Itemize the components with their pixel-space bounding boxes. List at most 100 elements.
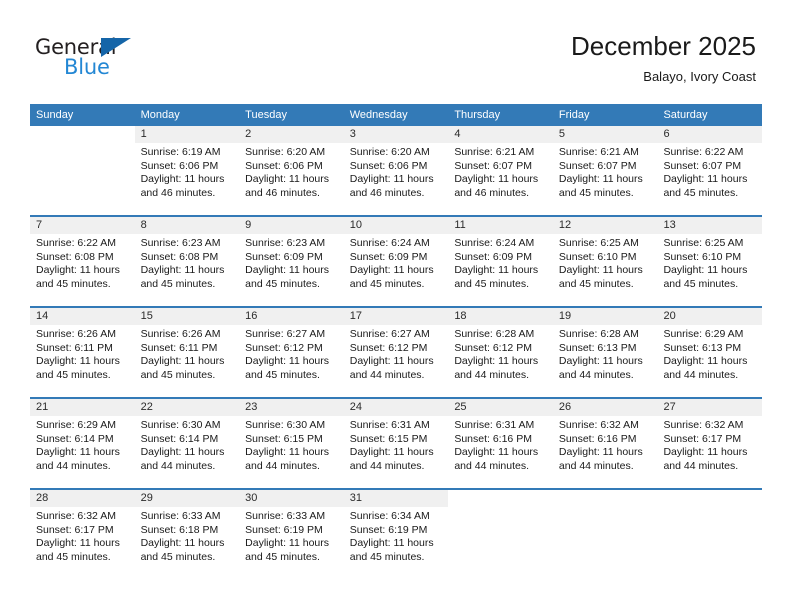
daylight-text-line2: and 45 minutes.	[140, 550, 216, 563]
daylight-text-line2: and 44 minutes.	[454, 368, 530, 381]
day-number: 12	[552, 217, 658, 234]
sunset-text: Sunset: 6:08 PM	[36, 250, 114, 263]
day-number: 27	[657, 399, 763, 416]
day-cell[interactable]: 24 Sunrise: 6:31 AM Sunset: 6:15 PM Dayligh…	[343, 399, 449, 488]
day-cell[interactable]: 18 Sunrise: 6:28 AM Sunset: 6:12 PM Dayligh…	[448, 308, 553, 397]
daylight-text-line2: and 45 minutes.	[245, 550, 320, 563]
daylight-text-line2: and 45 minutes.	[36, 277, 111, 290]
day-cell[interactable]: 3 Sunrise: 6:20 AM Sunset: 6:06 PM Daylight…	[343, 126, 449, 215]
sunset-text: Sunset: 6:16 PM	[454, 432, 532, 445]
day-cell[interactable]: 22 Sunrise: 6:30 AM Sunset: 6:14 PM Dayligh…	[134, 399, 240, 488]
day-cell[interactable]: 30 Sunrise: 6:33 AM Sunset: 6:19 PM Dayligh…	[239, 490, 344, 579]
day-cell[interactable]: 27 Sunrise: 6:32 AM Sunset: 6:17 PM Dayligh…	[657, 399, 763, 488]
general-blue-logo[interactable]: General Blue	[35, 36, 215, 88]
day-cell[interactable]: 23 Sunrise: 6:30 AM Sunset: 6:15 PM Dayligh…	[239, 399, 344, 488]
day-details: Sunrise: 6:28 AM Sunset: 6:13 PM Daylight:…	[553, 325, 658, 397]
day-cell-empty	[657, 490, 763, 579]
day-number: 18	[448, 308, 553, 325]
day-number	[657, 490, 763, 507]
day-cell[interactable]: 26 Sunrise: 6:32 AM Sunset: 6:16 PM Dayligh…	[552, 399, 658, 488]
day-number: 4	[448, 126, 553, 143]
sunset-text: Sunset: 6:06 PM	[245, 159, 323, 172]
sunrise-text: Sunrise: 6:27 AM	[349, 328, 430, 340]
day-cell[interactable]: 12 Sunrise: 6:25 AM Sunset: 6:10 PM Dayligh…	[552, 217, 658, 306]
day-cell[interactable]: 16 Sunrise: 6:27 AM Sunset: 6:12 PM Dayligh…	[239, 308, 344, 397]
day-cell[interactable]: 11 Sunrise: 6:24 AM Sunset: 6:09 PM Dayligh…	[448, 217, 553, 306]
day-details: Sunrise: 6:22 AM Sunset: 6:07 PM Daylight:…	[657, 143, 762, 215]
daylight-text-line1: Daylight: 11 hours	[245, 355, 330, 368]
sunrise-text: Sunrise: 6:29 AM	[36, 419, 116, 431]
day-number: 7	[30, 217, 135, 234]
day-cell[interactable]: 9 Sunrise: 6:23 AM Sunset: 6:09 PM Daylight…	[239, 217, 344, 306]
day-cell[interactable]: 13 Sunrise: 6:25 AM Sunset: 6:10 PM Dayligh…	[657, 217, 763, 306]
day-cell[interactable]: 14 Sunrise: 6:26 AM Sunset: 6:11 PM Dayligh…	[30, 308, 135, 397]
day-cell[interactable]: 2 Sunrise: 6:20 AM Sunset: 6:06 PM Daylight…	[239, 126, 344, 215]
day-details: Sunrise: 6:33 AM Sunset: 6:19 PM Daylight:…	[239, 507, 344, 579]
daylight-text-line2: and 44 minutes.	[558, 368, 634, 381]
day-number: 23	[239, 399, 344, 416]
sunrise-text: Sunrise: 6:28 AM	[454, 328, 535, 340]
daylight-text-line1: Daylight: 11 hours	[245, 537, 330, 550]
daylight-text-line2: and 44 minutes.	[663, 368, 739, 381]
daylight-text-line2: and 44 minutes.	[454, 459, 530, 472]
daylight-text-line2: and 44 minutes.	[140, 459, 216, 472]
daylight-text-line1: Daylight: 11 hours	[454, 173, 539, 186]
day-cell[interactable]: 5 Sunrise: 6:21 AM Sunset: 6:07 PM Daylight…	[552, 126, 658, 215]
day-cell[interactable]: 20 Sunrise: 6:29 AM Sunset: 6:13 PM Dayligh…	[657, 308, 763, 397]
daylight-text-line1: Daylight: 11 hours	[140, 446, 225, 459]
sunrise-text: Sunrise: 6:26 AM	[140, 328, 221, 340]
day-details: Sunrise: 6:27 AM Sunset: 6:12 PM Daylight:…	[239, 325, 344, 397]
day-details: Sunrise: 6:23 AM Sunset: 6:08 PM Daylight:…	[135, 234, 240, 306]
day-cell[interactable]: 17 Sunrise: 6:27 AM Sunset: 6:12 PM Dayligh…	[343, 308, 449, 397]
daylight-text-line2: and 45 minutes.	[245, 368, 320, 381]
daylight-text-line2: and 44 minutes.	[663, 459, 739, 472]
daylight-text-line2: and 45 minutes.	[558, 186, 634, 199]
sunrise-text: Sunrise: 6:30 AM	[245, 419, 326, 431]
day-cell[interactable]: 15 Sunrise: 6:26 AM Sunset: 6:11 PM Dayligh…	[134, 308, 240, 397]
day-cell[interactable]: 8 Sunrise: 6:23 AM Sunset: 6:08 PM Daylight…	[134, 217, 240, 306]
calendar-week-row: 21 Sunrise: 6:29 AM Sunset: 6:14 PM Dayligh…	[30, 397, 763, 488]
day-number: 8	[134, 217, 240, 234]
daylight-text-line2: and 45 minutes.	[140, 277, 216, 290]
day-number	[552, 490, 658, 507]
day-cell[interactable]: 31 Sunrise: 6:34 AM Sunset: 6:19 PM Dayligh…	[343, 490, 449, 579]
daylight-text-line1: Daylight: 11 hours	[558, 264, 643, 277]
sunset-text: Sunset: 6:16 PM	[558, 432, 637, 445]
weekday-header-monday: Monday	[140, 109, 180, 121]
day-cell[interactable]: 6 Sunrise: 6:22 AM Sunset: 6:07 PM Daylight…	[657, 126, 763, 215]
daylight-text-line1: Daylight: 11 hours	[349, 446, 434, 459]
day-cell[interactable]: 4 Sunrise: 6:21 AM Sunset: 6:07 PM Daylight…	[448, 126, 553, 215]
daylight-text-line2: and 45 minutes.	[349, 277, 425, 290]
sunrise-text: Sunrise: 6:25 AM	[663, 237, 744, 249]
day-cell[interactable]: 10 Sunrise: 6:24 AM Sunset: 6:09 PM Dayligh…	[343, 217, 449, 306]
day-details	[553, 507, 658, 579]
sunrise-text: Sunrise: 6:24 AM	[349, 237, 430, 249]
title-block: December 2025 Balayo, Ivory Coast	[571, 30, 756, 85]
day-number: 1	[134, 126, 240, 143]
daylight-text-line1: Daylight: 11 hours	[663, 355, 748, 368]
weekday-header-saturday: Saturday	[663, 109, 708, 121]
sunset-text: Sunset: 6:09 PM	[454, 250, 532, 263]
day-number: 24	[343, 399, 449, 416]
day-details	[30, 143, 135, 215]
day-cell[interactable]: 29 Sunrise: 6:33 AM Sunset: 6:18 PM Dayligh…	[134, 490, 240, 579]
sunrise-text: Sunrise: 6:20 AM	[245, 146, 326, 158]
sunset-text: Sunset: 6:17 PM	[663, 432, 742, 445]
day-cell[interactable]: 1 Sunrise: 6:19 AM Sunset: 6:06 PM Daylight…	[134, 126, 240, 215]
day-details: Sunrise: 6:22 AM Sunset: 6:08 PM Daylight:…	[30, 234, 135, 306]
day-cell[interactable]: 28 Sunrise: 6:32 AM Sunset: 6:17 PM Dayligh…	[30, 490, 135, 579]
day-details: Sunrise: 6:28 AM Sunset: 6:12 PM Daylight:…	[448, 325, 553, 397]
day-details: Sunrise: 6:20 AM Sunset: 6:06 PM Daylight:…	[239, 143, 344, 215]
day-number: 26	[552, 399, 658, 416]
daylight-text-line2: and 45 minutes.	[349, 550, 425, 563]
day-cell[interactable]: 25 Sunrise: 6:31 AM Sunset: 6:16 PM Dayligh…	[448, 399, 553, 488]
day-cell[interactable]: 19 Sunrise: 6:28 AM Sunset: 6:13 PM Dayligh…	[552, 308, 658, 397]
day-cell[interactable]: 7 Sunrise: 6:22 AM Sunset: 6:08 PM Daylight…	[30, 217, 135, 306]
daylight-text-line1: Daylight: 11 hours	[349, 173, 434, 186]
day-details: Sunrise: 6:24 AM Sunset: 6:09 PM Daylight:…	[344, 234, 449, 306]
sunset-text: Sunset: 6:06 PM	[349, 159, 428, 172]
daylight-text-line2: and 44 minutes.	[245, 459, 320, 472]
day-cell[interactable]: 21 Sunrise: 6:29 AM Sunset: 6:14 PM Dayligh…	[30, 399, 135, 488]
sunset-text: Sunset: 6:13 PM	[558, 341, 637, 354]
sunset-text: Sunset: 6:07 PM	[454, 159, 532, 172]
